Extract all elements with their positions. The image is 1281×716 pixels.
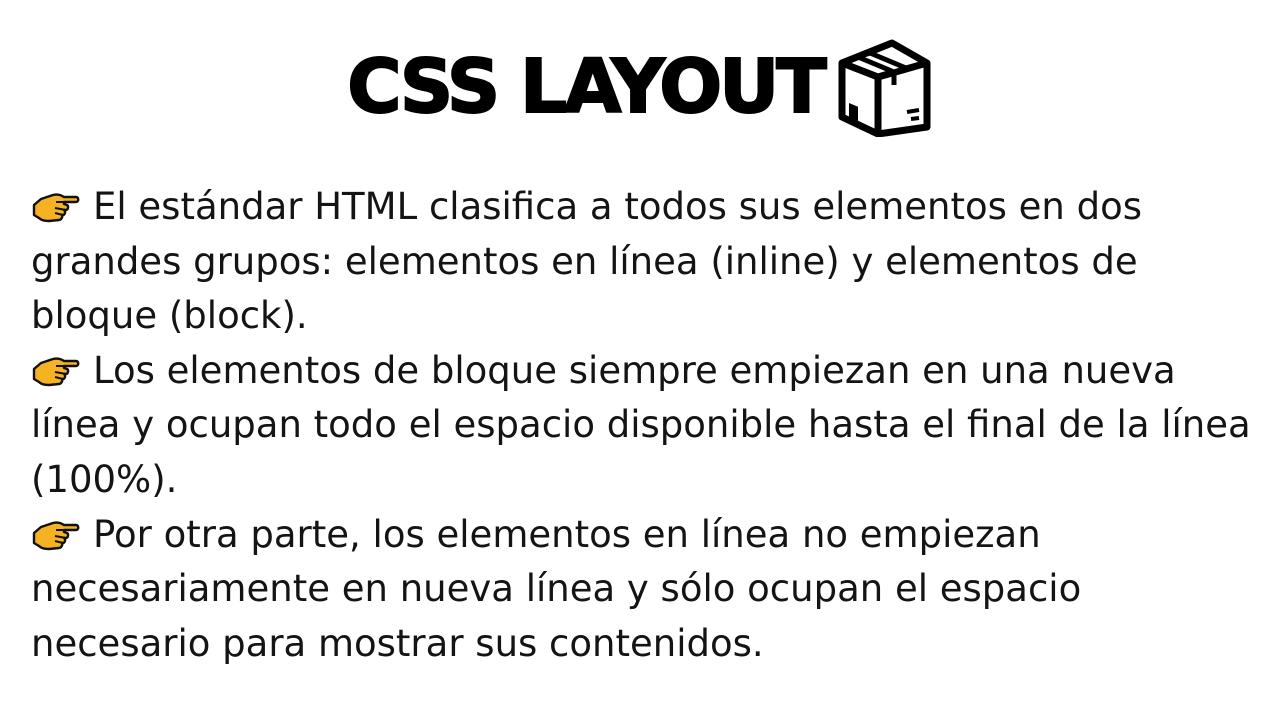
title-row: CSS LAYOUT (0, 32, 1281, 142)
paragraph-2-text: Los elementos de bloque siempre empiezan… (31, 348, 1251, 501)
paragraph-2: Los elementos de bloque siempre empiezan… (31, 344, 1256, 508)
content-body: El estándar HTML clasifica a todos sus e… (31, 180, 1256, 671)
pointing-hand-icon (31, 350, 81, 386)
paragraph-3: Por otra parte, los elementos en línea n… (31, 508, 1256, 672)
package-box-icon (834, 37, 934, 138)
paragraph-3-text: Por otra parte, los elementos en línea n… (31, 512, 1082, 665)
pointing-hand-icon (31, 186, 81, 223)
paragraph-1-text: El estándar HTML clasifica a todos sus e… (31, 185, 1143, 338)
paragraph-1: El estándar HTML clasifica a todos sus e… (31, 180, 1256, 344)
pointing-hand-icon (31, 514, 81, 550)
page-title: CSS LAYOUT (346, 44, 827, 130)
